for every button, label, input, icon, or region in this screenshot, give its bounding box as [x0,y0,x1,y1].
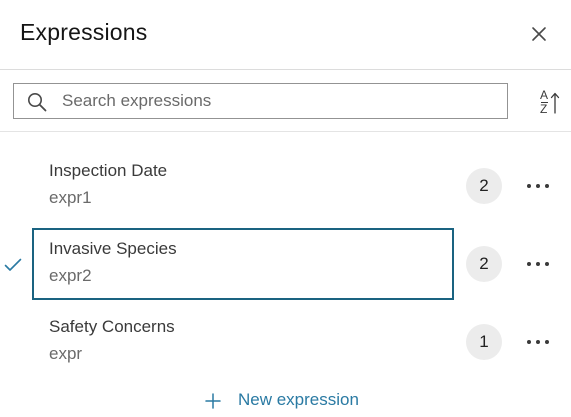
usage-count-badge: 2 [466,168,502,204]
search-input[interactable] [62,84,502,118]
expression-name: Invasive Species [49,239,177,258]
svg-text:Z: Z [540,102,547,116]
search-icon [28,93,47,112]
new-expression-label: New expression [238,390,359,409]
usage-count-badge: 1 [466,324,502,360]
expression-name: Safety Concerns [49,317,175,336]
plus-icon [205,393,221,409]
more-actions-button[interactable] [524,328,556,356]
search-box[interactable] [13,83,508,119]
more-actions-button[interactable] [524,172,556,200]
expression-id: expr1 [49,188,92,207]
more-actions-button[interactable] [524,250,556,278]
sort-button[interactable]: A Z [534,86,564,118]
sort-ascending-icon: A Z [540,88,560,116]
expression-id: expr2 [49,266,92,285]
list-item[interactable]: Safety Concerns expr [32,306,454,378]
close-icon [532,27,546,41]
svg-text:A: A [540,88,548,102]
list-item[interactable]: Inspection Date expr1 [32,150,454,222]
expression-id: expr [49,344,83,363]
panel-header: Expressions [0,0,571,70]
checkmark-icon [4,258,22,271]
list-item-selected[interactable]: Invasive Species expr2 [32,228,454,300]
close-button[interactable] [526,21,552,47]
panel-title: Expressions [20,19,148,45]
usage-count-badge: 2 [466,246,502,282]
expression-name: Inspection Date [49,161,168,180]
search-bar: A Z [0,70,571,132]
